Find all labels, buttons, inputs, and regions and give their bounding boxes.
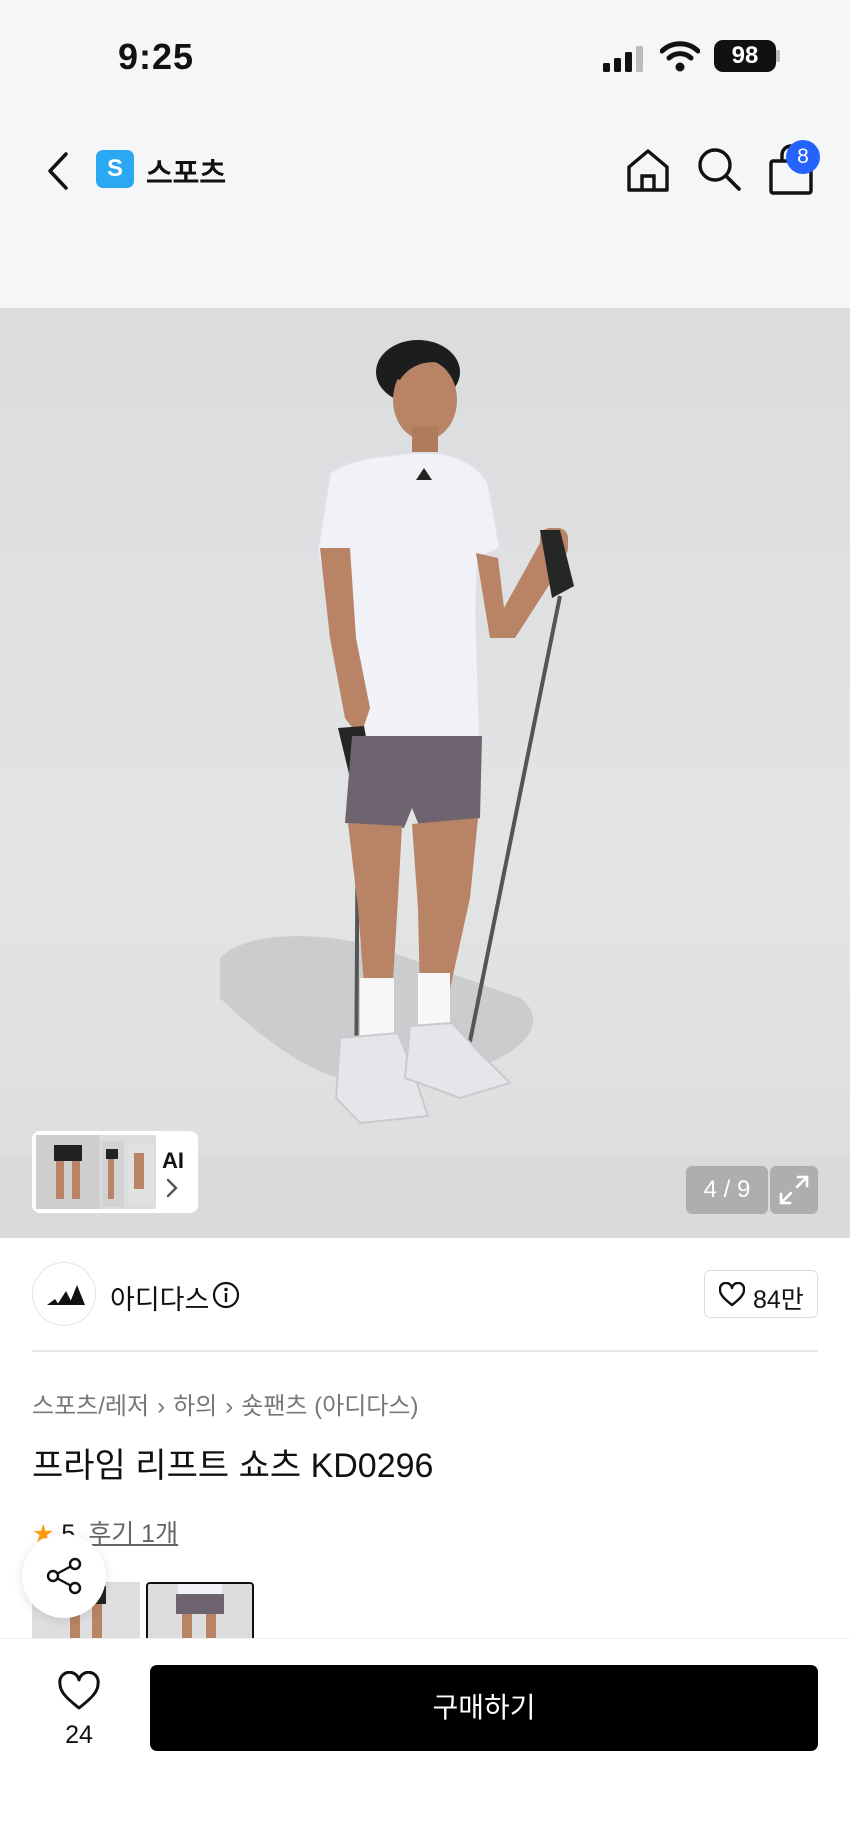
status-bar: 9:25 98 — [0, 0, 850, 110]
breadcrumb-leaf[interactable]: 숏팬츠 (아디다스) — [241, 1393, 418, 1420]
product-page: 9:25 98 S 스포츠 8 AI 4 / 9 아디다스 84만 스포츠/레저… — [0, 0, 850, 1842]
buy-button[interactable]: 구매하기 — [150, 1665, 818, 1751]
wishlist-count: 24 — [65, 1721, 93, 1749]
signal-icon — [603, 46, 643, 72]
share-button[interactable] — [22, 1534, 106, 1618]
status-time: 9:25 — [118, 36, 195, 77]
brand-name[interactable]: 아디다스 — [110, 1278, 209, 1317]
service-title[interactable]: 스포츠 — [146, 150, 226, 192]
brand-like-button[interactable]: 84만 — [704, 1270, 818, 1318]
bottom-action-bar: 24 구매하기 — [0, 1638, 850, 1842]
battery-indicator: 98 — [714, 40, 776, 72]
wifi-icon — [660, 41, 700, 72]
share-icon — [46, 1557, 82, 1595]
model-illustration — [220, 340, 574, 1125]
product-title: 프라임 리프트 쇼츠 KD0296 — [32, 1447, 434, 1485]
brand-like-count: 84만 — [753, 1286, 804, 1314]
breadcrumb: 스포츠/레저 › 하의 › 숏팬츠 (아디다스) — [32, 1386, 418, 1421]
product-image[interactable] — [0, 308, 850, 1238]
breadcrumb-category[interactable]: 스포츠/레저 — [32, 1393, 149, 1420]
cart-count-badge: 8 — [786, 140, 820, 174]
home-icon[interactable] — [624, 146, 672, 194]
adidas-logo-icon — [47, 1285, 85, 1305]
battery-nub — [776, 50, 780, 62]
search-icon[interactable] — [696, 146, 742, 192]
color-option-image — [148, 1584, 252, 1640]
expand-image-button[interactable] — [770, 1166, 818, 1214]
wishlist-button[interactable]: 24 — [40, 1667, 118, 1763]
top-navigation: S 스포츠 — [0, 110, 850, 308]
breadcrumb-subcategory[interactable]: 하의 — [173, 1393, 217, 1420]
heart-icon — [719, 1282, 745, 1307]
brand-logo[interactable] — [32, 1262, 96, 1326]
divider — [32, 1350, 818, 1352]
chevron-right-icon: › — [157, 1393, 166, 1420]
ai-label: AI — [162, 1148, 184, 1173]
sports-service-logo: S — [96, 150, 134, 188]
chevron-right-icon — [166, 1178, 178, 1198]
review-link[interactable]: 후기 1개 — [88, 1520, 178, 1548]
lookbook-thumbnail — [36, 1135, 156, 1209]
expand-icon — [779, 1175, 809, 1205]
info-icon[interactable] — [212, 1281, 240, 1309]
back-button[interactable] — [38, 146, 78, 196]
heart-icon — [58, 1671, 100, 1710]
image-page-indicator: 4 / 9 — [686, 1166, 768, 1214]
chevron-right-icon: › — [225, 1393, 234, 1420]
color-option-grey[interactable] — [146, 1582, 254, 1642]
